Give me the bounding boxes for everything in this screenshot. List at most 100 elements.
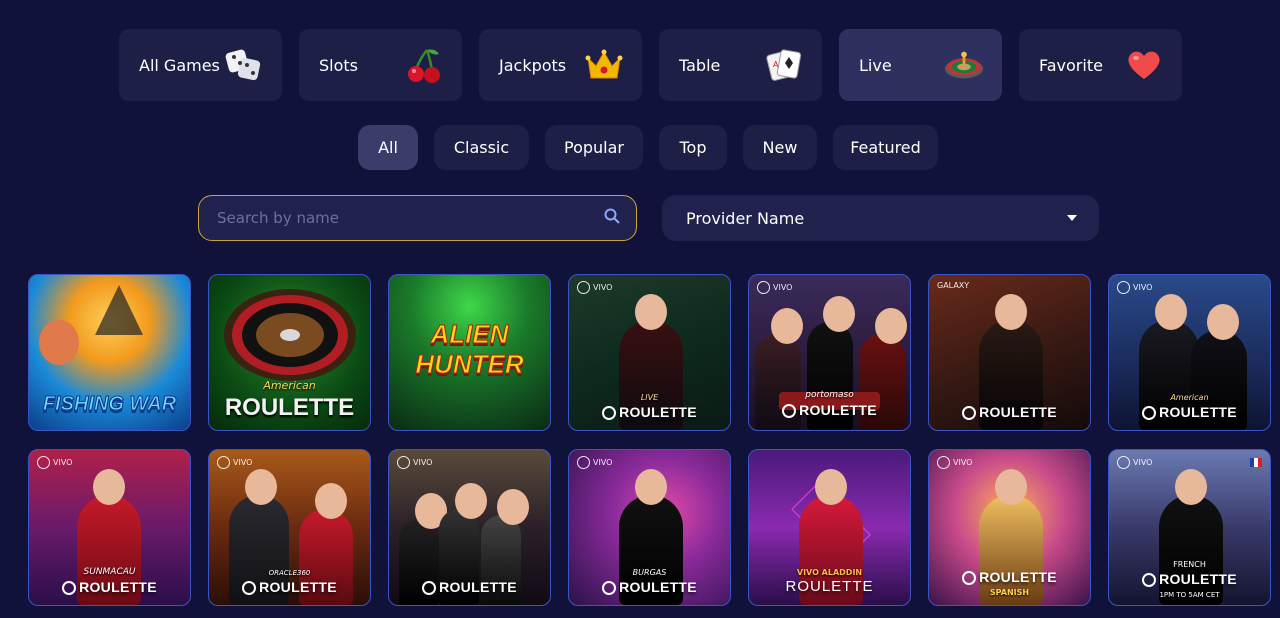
- game-subtitle: American: [263, 379, 316, 392]
- game-subtitle: portomaso: [805, 390, 854, 400]
- provider-badge: VIVO: [757, 281, 792, 294]
- game-tile[interactable]: ALIEN HUNTER: [388, 274, 551, 431]
- search-box: [198, 195, 637, 241]
- filter-top[interactable]: Top: [659, 125, 727, 170]
- provider-badge: VIVO: [217, 456, 252, 469]
- roulette-logo-icon: [1142, 406, 1157, 420]
- game-tile[interactable]: VIVO FRENCH ROULETTE 1PM TO 5AM CET: [1108, 449, 1271, 606]
- game-tile[interactable]: GALAXY ROULETTE: [928, 274, 1091, 431]
- game-title: ROULETTE: [569, 579, 730, 595]
- vivo-logo-icon: [757, 281, 770, 294]
- filter-all[interactable]: All: [358, 125, 418, 170]
- category-label: All Games: [139, 55, 220, 75]
- game-title: ROULETTE: [389, 579, 550, 595]
- france-flag-icon: [1250, 458, 1262, 467]
- game-subtitle: SUNMACAU: [83, 567, 136, 577]
- roulette-logo-icon: [602, 406, 617, 420]
- provider-badge: VIVO: [577, 456, 612, 469]
- roulette-logo-icon: [242, 581, 257, 595]
- provider-badge: VIVO: [397, 456, 432, 469]
- vivo-logo-icon: [577, 281, 590, 294]
- category-label: Jackpots: [499, 55, 567, 75]
- provider-badge: GALAXY: [937, 281, 970, 290]
- game-title: ROULETTE: [929, 404, 1090, 420]
- game-title: ROULETTE: [1109, 571, 1270, 587]
- cards-icon: A: [764, 45, 804, 85]
- game-subtitle: ORACLE360: [268, 569, 311, 577]
- heart-icon: [1124, 45, 1164, 85]
- svg-text:A: A: [773, 60, 779, 69]
- filter-tabs: All Classic Popular Top New Featured: [358, 125, 938, 170]
- category-slots[interactable]: Slots: [299, 29, 462, 101]
- category-label: Table: [679, 55, 721, 75]
- category-label: Live: [859, 55, 892, 75]
- game-title: ROULETTE: [785, 578, 874, 595]
- game-title: ROULETTE: [569, 404, 730, 420]
- vivo-logo-icon: [217, 456, 230, 469]
- game-subtitle: FRENCH: [1173, 560, 1206, 569]
- filter-new[interactable]: New: [743, 125, 817, 170]
- game-title: ALIEN HUNTER: [415, 319, 524, 380]
- game-subtitle: VIVO ALADDIN: [796, 568, 863, 577]
- game-subtitle: LIVE: [640, 393, 659, 402]
- category-tabs: All Games Slots Jackpots Table A Live Fa…: [119, 29, 1182, 101]
- filter-popular[interactable]: Popular: [545, 125, 643, 170]
- filter-classic[interactable]: Classic: [434, 125, 529, 170]
- provider-badge: VIVO: [37, 456, 72, 469]
- category-label: Slots: [319, 55, 358, 75]
- roulette-logo-icon: [782, 404, 797, 418]
- game-title: ROULETTE: [29, 579, 190, 595]
- search-icon[interactable]: [604, 208, 620, 228]
- game-tile[interactable]: VIVO BURGAS ROULETTE: [568, 449, 731, 606]
- vivo-logo-icon: [397, 456, 410, 469]
- category-favorite[interactable]: Favorite: [1019, 29, 1182, 101]
- category-table[interactable]: Table A: [659, 29, 822, 101]
- game-subtitle: SPANISH: [989, 588, 1030, 597]
- provider-label: Provider Name: [686, 208, 805, 228]
- game-tile[interactable]: FISHING WAR: [28, 274, 191, 431]
- vivo-logo-icon: [577, 456, 590, 469]
- game-title: ROULETTE: [224, 394, 355, 421]
- cherries-icon: [404, 45, 444, 85]
- roulette-logo-icon: [62, 581, 77, 595]
- vivo-logo-icon: [1117, 456, 1130, 469]
- crown-icon: [584, 45, 624, 85]
- provider-select[interactable]: Provider Name: [662, 195, 1099, 241]
- game-schedule: 1PM TO 5AM CET: [1159, 591, 1220, 599]
- category-label: Favorite: [1039, 55, 1103, 75]
- category-all-games[interactable]: All Games: [119, 29, 282, 101]
- game-tile[interactable]: VIVO ALADDIN ROULETTE: [748, 449, 911, 606]
- game-title: ROULETTE: [749, 402, 910, 418]
- roulette-logo-icon: [1142, 573, 1157, 587]
- game-tile[interactable]: VIVO portomaso ROULETTE: [748, 274, 911, 431]
- game-tile[interactable]: VIVO ROULETTE: [388, 449, 551, 606]
- roulette-logo-icon: [962, 571, 977, 585]
- game-tile[interactable]: VIVO ORACLE360 ROULETTE: [208, 449, 371, 606]
- provider-badge: VIVO: [1117, 281, 1152, 294]
- provider-badge: VIVO: [1117, 456, 1152, 469]
- game-subtitle: American: [1170, 393, 1209, 402]
- game-title: ROULETTE: [929, 569, 1090, 585]
- vivo-logo-icon: [37, 456, 50, 469]
- category-live[interactable]: Live: [839, 29, 1002, 101]
- roulette-logo-icon: [962, 406, 977, 420]
- chevron-down-icon: [1067, 215, 1077, 221]
- game-subtitle: BURGAS: [632, 568, 667, 577]
- game-title: ROULETTE: [209, 579, 370, 595]
- filter-featured[interactable]: Featured: [833, 125, 938, 170]
- category-jackpots[interactable]: Jackpots: [479, 29, 642, 101]
- game-title: ROULETTE: [1109, 404, 1270, 420]
- search-input[interactable]: [215, 208, 604, 228]
- roulette-logo-icon: [602, 581, 617, 595]
- dice-icon: [224, 45, 264, 85]
- dealer-image: [1159, 469, 1223, 605]
- provider-badge: VIVO: [577, 281, 612, 294]
- game-tile[interactable]: VIVO ROULETTE SPANISH: [928, 449, 1091, 606]
- provider-badge: VIVO: [937, 456, 972, 469]
- game-tile[interactable]: VIVO SUNMACAU ROULETTE: [28, 449, 191, 606]
- game-tile[interactable]: VIVO LIVE ROULETTE: [568, 274, 731, 431]
- game-tile[interactable]: American ROULETTE: [208, 274, 371, 431]
- vivo-logo-icon: [937, 456, 950, 469]
- game-tile[interactable]: VIVO American ROULETTE: [1108, 274, 1271, 431]
- vivo-logo-icon: [1117, 281, 1130, 294]
